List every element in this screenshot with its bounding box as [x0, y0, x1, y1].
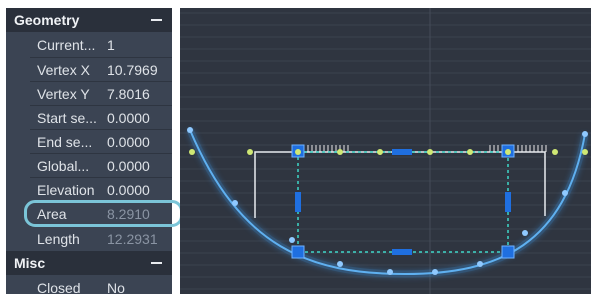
- misc-section-title: Misc: [14, 255, 46, 271]
- property-label: Closed: [37, 280, 81, 294]
- green-line-vertex[interactable]: [295, 149, 301, 155]
- curve-vertex[interactable]: [387, 269, 393, 275]
- property-row-vertex-x[interactable]: Vertex X 10.7969: [6, 58, 172, 82]
- midpoint-grip[interactable]: [505, 192, 511, 212]
- property-value[interactable]: 0.0000: [105, 110, 150, 126]
- green-line-vertex[interactable]: [189, 149, 195, 155]
- property-label: Start se...: [37, 110, 97, 126]
- property-value[interactable]: 1: [105, 37, 115, 53]
- property-value-readonly: 12.2931: [107, 231, 158, 247]
- curve-vertex[interactable]: [232, 200, 238, 206]
- curve-vertex[interactable]: [187, 127, 193, 133]
- property-row-elevation[interactable]: Elevation 0.0000: [6, 178, 172, 202]
- green-line-vertex[interactable]: [247, 149, 253, 155]
- curve-vertex[interactable]: [522, 230, 528, 236]
- property-row-vertex-y[interactable]: Vertex Y 7.8016: [6, 82, 172, 106]
- green-line-vertex[interactable]: [427, 149, 433, 155]
- property-label: Global...: [37, 158, 90, 174]
- collapse-minus-icon[interactable]: [151, 262, 162, 264]
- property-label: Length: [37, 231, 80, 247]
- curve-vertex[interactable]: [477, 261, 483, 267]
- drawing-svg: [180, 8, 591, 294]
- area-highlight-annotation: [24, 200, 183, 227]
- property-label: Vertex Y: [37, 86, 90, 102]
- green-line-vertex[interactable]: [467, 149, 473, 155]
- curve-vertex[interactable]: [432, 269, 438, 275]
- geometry-section-title: Geometry: [14, 12, 80, 28]
- green-line-vertex[interactable]: [552, 149, 558, 155]
- midpoint-grip[interactable]: [392, 149, 412, 155]
- midpoint-grip[interactable]: [295, 192, 301, 212]
- drawing-canvas[interactable]: [180, 8, 591, 294]
- property-label: Current...: [37, 37, 96, 53]
- vertex-grip[interactable]: [291, 245, 305, 259]
- property-row-global-width[interactable]: Global... 0.0000: [6, 154, 172, 178]
- green-line-vertex[interactable]: [505, 149, 511, 155]
- property-value[interactable]: 0.0000: [105, 158, 150, 174]
- property-label: Vertex X: [37, 62, 90, 78]
- curve-vertex[interactable]: [562, 190, 568, 196]
- property-row-current-vertex[interactable]: Current... 1: [6, 33, 172, 57]
- green-line-vertex[interactable]: [337, 149, 343, 155]
- property-value[interactable]: 7.8016: [105, 86, 150, 102]
- property-row-end-segment[interactable]: End se... 0.0000: [6, 130, 172, 154]
- curve-vertex[interactable]: [337, 261, 343, 267]
- green-line-vertex[interactable]: [582, 149, 588, 155]
- property-row-closed[interactable]: Closed No: [6, 276, 172, 294]
- curve-vertex[interactable]: [289, 237, 295, 243]
- misc-section-header[interactable]: Misc: [6, 251, 172, 275]
- midpoint-grip[interactable]: [392, 249, 412, 255]
- geometry-section-header[interactable]: Geometry: [6, 8, 172, 32]
- dashed-selection-rectangle[interactable]: [297, 151, 509, 253]
- vertex-grip[interactable]: [501, 245, 515, 259]
- property-value[interactable]: 10.7969: [105, 62, 158, 78]
- property-value[interactable]: 0.0000: [105, 182, 150, 198]
- property-value[interactable]: No: [105, 280, 125, 294]
- properties-palette: Geometry Current... 1 Vertex X 10.7969 V…: [6, 8, 172, 294]
- property-value[interactable]: 0.0000: [105, 134, 150, 150]
- curve-vertex[interactable]: [582, 131, 588, 137]
- property-label: End se...: [37, 134, 93, 150]
- property-row-length: Length 12.2931: [6, 227, 172, 251]
- green-line-vertex[interactable]: [377, 149, 383, 155]
- property-label: Elevation: [37, 182, 95, 198]
- collapse-minus-icon[interactable]: [151, 19, 162, 21]
- property-row-start-segment[interactable]: Start se... 0.0000: [6, 106, 172, 130]
